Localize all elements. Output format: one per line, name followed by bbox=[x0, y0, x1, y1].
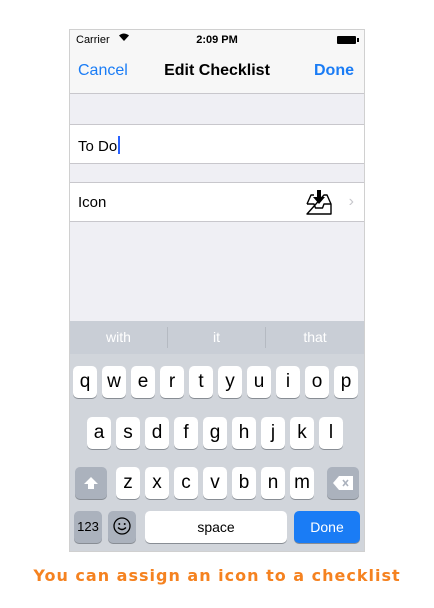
key-l[interactable]: l bbox=[319, 417, 343, 449]
key-v[interactable]: v bbox=[203, 467, 227, 499]
key-q[interactable]: q bbox=[73, 366, 97, 398]
key-a[interactable]: a bbox=[87, 417, 111, 449]
suggestion-item[interactable]: with bbox=[70, 321, 167, 354]
caption-text: You can assign an icon to a checklist bbox=[33, 566, 401, 585]
key-f[interactable]: f bbox=[174, 417, 198, 449]
suggestion-bar: with it that bbox=[70, 321, 364, 354]
key-c[interactable]: c bbox=[174, 467, 198, 499]
icon-row-label: Icon bbox=[78, 194, 107, 211]
key-j[interactable]: j bbox=[261, 417, 285, 449]
key-u[interactable]: u bbox=[247, 366, 271, 398]
nav-bar: Cancel Edit Checklist Done bbox=[70, 50, 364, 94]
key-o[interactable]: o bbox=[305, 366, 329, 398]
shift-key[interactable] bbox=[75, 467, 107, 499]
suggestion-item[interactable]: it bbox=[168, 321, 265, 354]
key-g[interactable]: g bbox=[203, 417, 227, 449]
icon-row[interactable]: Icon › bbox=[70, 182, 364, 222]
text-cursor bbox=[118, 136, 121, 154]
key-z[interactable]: z bbox=[116, 467, 140, 499]
backspace-key[interactable] bbox=[327, 467, 359, 499]
key-p[interactable]: p bbox=[334, 366, 358, 398]
key-b[interactable]: b bbox=[232, 467, 256, 499]
shift-icon bbox=[84, 472, 98, 493]
emoji-icon bbox=[113, 516, 131, 537]
key-e[interactable]: e bbox=[131, 366, 155, 398]
done-button[interactable]: Done bbox=[314, 62, 354, 80]
status-time: 2:09 PM bbox=[196, 34, 238, 46]
key-n[interactable]: n bbox=[261, 467, 285, 499]
key-t[interactable]: t bbox=[189, 366, 213, 398]
key-m[interactable]: m bbox=[290, 467, 314, 499]
key-k[interactable]: k bbox=[290, 417, 314, 449]
key-h[interactable]: h bbox=[232, 417, 256, 449]
inbox-download-icon bbox=[304, 189, 334, 217]
keyboard: with it that qwertyuiop asdfghjkl zxcvbn… bbox=[70, 321, 364, 551]
space-key[interactable]: space bbox=[145, 511, 287, 543]
name-field-value: To Do bbox=[78, 138, 118, 155]
phone-screen: Carrier 2:09 PM Cancel Edit Checklist Do… bbox=[69, 29, 365, 552]
name-text-field[interactable]: To Do bbox=[70, 124, 364, 164]
suggestion-item[interactable]: that bbox=[266, 321, 364, 354]
key-y[interactable]: y bbox=[218, 366, 242, 398]
key-s[interactable]: s bbox=[116, 417, 140, 449]
key-d[interactable]: d bbox=[145, 417, 169, 449]
backspace-icon bbox=[333, 472, 353, 493]
keyboard-done-key[interactable]: Done bbox=[294, 511, 360, 543]
key-x[interactable]: x bbox=[145, 467, 169, 499]
key-i[interactable]: i bbox=[276, 366, 300, 398]
chevron-right-icon: › bbox=[348, 193, 354, 210]
key-w[interactable]: w bbox=[102, 366, 126, 398]
status-bar: Carrier 2:09 PM bbox=[70, 30, 364, 50]
key-r[interactable]: r bbox=[160, 366, 184, 398]
battery-icon bbox=[337, 36, 359, 44]
numbers-key[interactable]: 123 bbox=[74, 511, 102, 543]
emoji-key[interactable] bbox=[108, 511, 136, 543]
